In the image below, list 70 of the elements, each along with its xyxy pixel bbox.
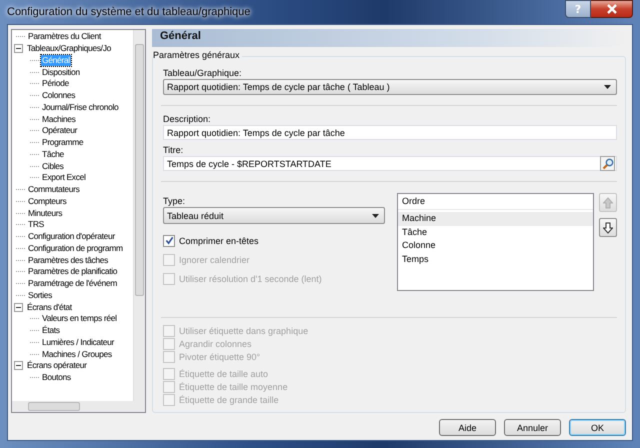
field-label: Tableau/Graphique: xyxy=(163,68,243,78)
list-item[interactable]: Temps xyxy=(398,252,593,266)
tree-item[interactable]: Lumières / Indicateur xyxy=(41,336,116,348)
list-item[interactable]: Colonne xyxy=(398,239,593,252)
group-title: Paramètres généraux xyxy=(153,50,242,60)
close-icon xyxy=(606,4,618,14)
tree-item[interactable]: Export Excel xyxy=(41,172,87,184)
field-label: Titre: xyxy=(163,145,184,155)
tree-item[interactable]: Machines / Groupes xyxy=(41,348,113,360)
type-dropdown[interactable]: Tableau réduit xyxy=(163,207,385,224)
tree-item[interactable]: Tableaux/Graphiques/Jo xyxy=(26,43,112,54)
checkbox-label: Ignorer calendrier xyxy=(179,254,250,264)
title-field[interactable]: Temps de cycle - $REPORTSTARTDATE xyxy=(163,156,617,171)
tree-item[interactable]: Paramètres du Client xyxy=(27,31,102,42)
checkbox-label: Utiliser résolution d'1 seconde (lent) xyxy=(179,274,322,284)
tree-item[interactable]: Paramètres des tâches xyxy=(27,254,110,266)
description-field[interactable]: Rapport quotidien: Temps de cycle par tâche xyxy=(163,125,617,140)
checkbox-label: Étiquette de taille moyenne xyxy=(179,382,288,392)
checkbox-label: Étiquette de taille auto xyxy=(179,368,268,378)
tree-item[interactable]: Période xyxy=(41,78,70,90)
tree-item[interactable]: Disposition xyxy=(41,66,81,78)
tree-item[interactable]: Commutateurs xyxy=(27,184,81,196)
search-icon[interactable] xyxy=(600,156,615,171)
tree-item[interactable]: Minuteurs xyxy=(27,208,64,219)
tree-item[interactable]: Sorties xyxy=(27,290,54,301)
close-button[interactable] xyxy=(591,0,633,18)
down-arrow-icon xyxy=(603,222,613,234)
dialog-button[interactable]: Aide xyxy=(439,419,496,436)
scrollbar[interactable] xyxy=(133,30,145,401)
tree-item[interactable]: Machines xyxy=(41,114,77,125)
tree-item[interactable]: Opérateur xyxy=(41,125,78,136)
caret-icon xyxy=(372,214,379,218)
checkbox-label: Pivoter étiquette 90° xyxy=(179,352,260,362)
tree-item[interactable]: Colonnes xyxy=(41,90,76,102)
checkbox-label: Agrandir colonnes xyxy=(179,338,252,348)
checkbox-label: Utiliser étiquette dans graphique xyxy=(179,326,308,336)
field-label: Type: xyxy=(163,196,186,206)
window-title: Configuration du système et du tableau/graphique xyxy=(7,6,250,18)
checkbox[interactable] xyxy=(163,234,175,246)
caret-icon xyxy=(604,85,611,89)
dialog-button[interactable]: OK xyxy=(569,419,626,436)
tree-item[interactable]: États xyxy=(41,325,61,336)
tree-item[interactable]: Boutons xyxy=(41,372,72,384)
tree-item[interactable]: Écrans opérateur xyxy=(26,360,88,372)
move-down-button[interactable] xyxy=(599,218,617,237)
tree-item[interactable]: TRS xyxy=(27,219,45,230)
tree-item[interactable]: Écrans d'état xyxy=(26,302,73,313)
chart-dropdown[interactable]: Rapport quotidien: Temps de cycle par tâche ( Tableau ) xyxy=(163,79,617,95)
tree-item[interactable]: Configuration de programm xyxy=(27,242,124,254)
checkbox-label: Étiquette de grande taille xyxy=(179,394,279,404)
tree-item[interactable]: Cibles xyxy=(41,160,65,172)
list-item[interactable]: Tâche xyxy=(398,226,593,239)
collapse-icon[interactable] xyxy=(14,44,23,54)
list-item[interactable]: Machine xyxy=(398,212,593,226)
tree-item[interactable]: Tâche xyxy=(41,148,65,160)
collapse-icon[interactable] xyxy=(14,302,23,312)
tree-item[interactable]: Valeurs en temps réel xyxy=(41,313,118,324)
tree-item[interactable]: Compteurs xyxy=(27,196,68,207)
tree-item[interactable]: Paramétrage de l'événem xyxy=(27,278,118,290)
scrollbar[interactable] xyxy=(12,401,145,412)
field-label: Description: xyxy=(163,114,212,124)
dialog-button[interactable]: Annuler xyxy=(504,419,561,436)
checkbox-label: Comprimer en-têtes xyxy=(179,236,259,246)
up-arrow-icon xyxy=(603,196,613,208)
collapse-icon[interactable] xyxy=(14,361,23,370)
tree-item[interactable]: Configuration d'opérateur xyxy=(27,231,116,242)
tree-item[interactable]: Paramètres de planificatio xyxy=(27,266,118,278)
column-header: Ordre xyxy=(398,194,593,210)
tree-item[interactable]: Programme xyxy=(41,137,84,148)
tree-item[interactable]: Journal/Frise chronolo xyxy=(41,102,120,113)
